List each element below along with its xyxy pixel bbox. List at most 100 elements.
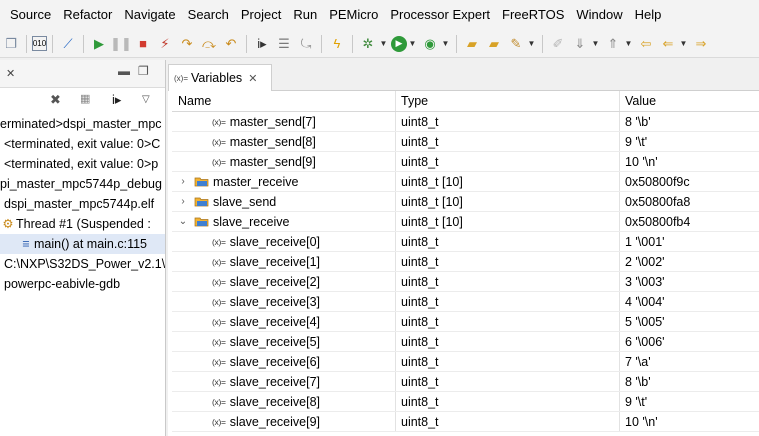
suspend-icon[interactable]: ❚❚	[110, 34, 132, 54]
maximize-icon[interactable]: ❐	[138, 64, 149, 78]
disconnect-icon[interactable]: ⚡	[155, 34, 175, 54]
variable-value[interactable]: 4 '\004'	[620, 292, 759, 311]
restart-icon[interactable]: ⤿	[296, 34, 316, 54]
column-header-name[interactable]: Name	[172, 91, 396, 111]
chevron-down-icon[interactable]: ▼	[624, 39, 633, 48]
table-row[interactable]: (x)= slave_receive[7] uint8_t 8 '\b'	[172, 372, 759, 392]
wand-icon[interactable]: ✎	[506, 34, 526, 54]
debug-tree-item[interactable]: pi_master_mpc5744p_debug	[0, 174, 165, 194]
variable-value[interactable]: 8 '\b'	[620, 112, 759, 131]
open-project-icon[interactable]: ▰	[462, 34, 482, 54]
table-row[interactable]: (x)= master_send[7] uint8_t 8 '\b'	[172, 112, 759, 132]
variable-value[interactable]: 9 '\t'	[620, 392, 759, 411]
variable-value[interactable]: 1 '\001'	[620, 232, 759, 251]
variable-value[interactable]: 0x50800f9c	[620, 172, 759, 191]
table-row[interactable]: (x)= master_send[8] uint8_t 9 '\t'	[172, 132, 759, 152]
chevron-down-icon[interactable]: ⌄	[176, 216, 190, 227]
chevron-down-icon[interactable]: ▼	[527, 39, 536, 48]
table-row[interactable]: (x)= slave_receive[5] uint8_t 6 '\006'	[172, 332, 759, 352]
table-row[interactable]: (x)= master_send[9] uint8_t 10 '\n'	[172, 152, 759, 172]
table-row[interactable]: (x)= slave_receive[2] uint8_t 3 '\003'	[172, 272, 759, 292]
table-row[interactable]: (x)= slave_receive[0] uint8_t 1 '\001'	[172, 232, 759, 252]
menu-item[interactable]: Run	[287, 0, 323, 30]
table-row[interactable]: ⌄ slave_receive uint8_t [10] 0x50800fb4	[172, 212, 759, 232]
instruction-step-icon[interactable]: i▸	[112, 92, 121, 108]
variable-value[interactable]: 10 '\n'	[620, 152, 759, 171]
external-tools-icon[interactable]: ◉	[420, 34, 440, 54]
resume-icon[interactable]: ▶	[89, 34, 109, 54]
close-icon[interactable]: ✕	[6, 67, 15, 80]
step-into-icon[interactable]: ↷	[177, 34, 197, 54]
variable-value[interactable]: 0x50800fb4	[620, 212, 759, 231]
chevron-down-icon[interactable]: ▼	[679, 39, 688, 48]
chevron-right-icon[interactable]: ›	[176, 196, 190, 207]
table-row[interactable]: (x)= slave_receive[4] uint8_t 5 '\005'	[172, 312, 759, 332]
variable-value[interactable]: 10 '\n'	[620, 412, 759, 431]
binary-icon[interactable]: 010	[32, 36, 47, 51]
table-row[interactable]: (x)= slave_receive[8] uint8_t 9 '\t'	[172, 392, 759, 412]
chevron-down-icon[interactable]: ▼	[379, 39, 388, 48]
forward-icon[interactable]: ⇒	[691, 34, 711, 54]
minimize-icon[interactable]: ▬	[118, 64, 130, 78]
skip-breakpoints-icon[interactable]: ⟋	[58, 34, 78, 54]
close-icon[interactable]: ✕	[248, 72, 257, 85]
chevron-right-icon[interactable]: ›	[176, 176, 190, 187]
variable-value[interactable]: 7 '\a'	[620, 352, 759, 371]
chevron-down-icon[interactable]: ▼	[591, 39, 600, 48]
menu-item[interactable]: Processor Expert	[384, 0, 496, 30]
variable-value[interactable]: 3 '\003'	[620, 272, 759, 291]
debug-tree-item[interactable]: <terminated, exit value: 0>p	[0, 154, 165, 174]
column-header-type[interactable]: Type	[396, 91, 620, 111]
debug-tree-item[interactable]: C:\NXP\S32DS_Power_v2.1\	[0, 254, 165, 274]
debug-tree-item[interactable]: <terminated, exit value: 0>C	[0, 134, 165, 154]
chevron-down-icon[interactable]: ▼	[441, 39, 450, 48]
menu-item[interactable]: FreeRTOS	[496, 0, 570, 30]
run-icon[interactable]: ▶	[391, 35, 407, 52]
variable-value[interactable]: 8 '\b'	[620, 372, 759, 391]
menu-item[interactable]: Navigate	[118, 0, 181, 30]
instruction-stepping-icon[interactable]: i▸	[252, 34, 272, 54]
variable-value[interactable]: 5 '\005'	[620, 312, 759, 331]
variable-value[interactable]: 9 '\t'	[620, 132, 759, 151]
next-annotation-icon[interactable]: ⇓	[570, 34, 590, 54]
back-icon[interactable]: ⇐	[658, 34, 678, 54]
debug-tree-item[interactable]: powerpc-eabivle-gdb	[0, 274, 165, 294]
table-row[interactable]: (x)= slave_receive[9] uint8_t 10 '\n'	[172, 412, 759, 432]
open-folder-icon[interactable]: ▰	[484, 34, 504, 54]
collapse-all-icon[interactable]: ▦	[80, 92, 90, 105]
table-row[interactable]: › slave_send uint8_t [10] 0x50800fa8	[172, 192, 759, 212]
column-header-value[interactable]: Value	[620, 91, 759, 111]
debug-tree-item[interactable]: dspi_master_mpc5744p.elf	[0, 194, 165, 214]
variable-value[interactable]: 6 '\006'	[620, 332, 759, 351]
table-row[interactable]: (x)= slave_receive[3] uint8_t 4 '\004'	[172, 292, 759, 312]
debug-tree-item[interactable]: ≡ main() at main.c:115	[0, 234, 165, 254]
tab-variables[interactable]: (x)= Variables ✕	[168, 64, 272, 91]
variable-value[interactable]: 2 '\002'	[620, 252, 759, 271]
list-icon[interactable]: ☰	[274, 34, 294, 54]
menu-item[interactable]: Search	[182, 0, 235, 30]
menu-item[interactable]: Help	[629, 0, 668, 30]
debug-tree-item[interactable]: ⚙ Thread #1 (Suspended :	[0, 214, 165, 234]
view-menu-icon[interactable]: ▽	[142, 94, 150, 105]
menu-item[interactable]: Project	[235, 0, 287, 30]
copy-icon[interactable]: ❐	[1, 34, 21, 54]
variable-value[interactable]: 0x50800fa8	[620, 192, 759, 211]
debug-tree-item[interactable]: erminated>dspi_master_mpc	[0, 114, 165, 134]
last-edit-icon[interactable]: ⇦	[636, 34, 656, 54]
menu-item[interactable]: Refactor	[57, 0, 118, 30]
step-over-icon[interactable]: ⤼	[199, 34, 219, 54]
prev-annotation-icon[interactable]: ⇑	[603, 34, 623, 54]
debug-bug-icon[interactable]: ✲	[358, 34, 378, 54]
step-return-icon[interactable]: ↶	[221, 34, 241, 54]
menu-item[interactable]: Source	[0, 0, 57, 30]
table-row[interactable]: › master_receive uint8_t [10] 0x50800f9c	[172, 172, 759, 192]
lightning-icon[interactable]: ϟ	[327, 34, 347, 54]
chevron-down-icon[interactable]: ▼	[408, 39, 417, 48]
table-row[interactable]: (x)= slave_receive[6] uint8_t 7 '\a'	[172, 352, 759, 372]
edit-icon[interactable]: ✐	[548, 34, 568, 54]
table-row[interactable]: (x)= slave_receive[1] uint8_t 2 '\002'	[172, 252, 759, 272]
terminate-icon[interactable]: ■	[133, 34, 153, 54]
remove-terminated-icon[interactable]: ✖	[50, 92, 61, 108]
menu-item[interactable]: PEMicro	[323, 0, 384, 30]
menu-item[interactable]: Window	[570, 0, 628, 30]
